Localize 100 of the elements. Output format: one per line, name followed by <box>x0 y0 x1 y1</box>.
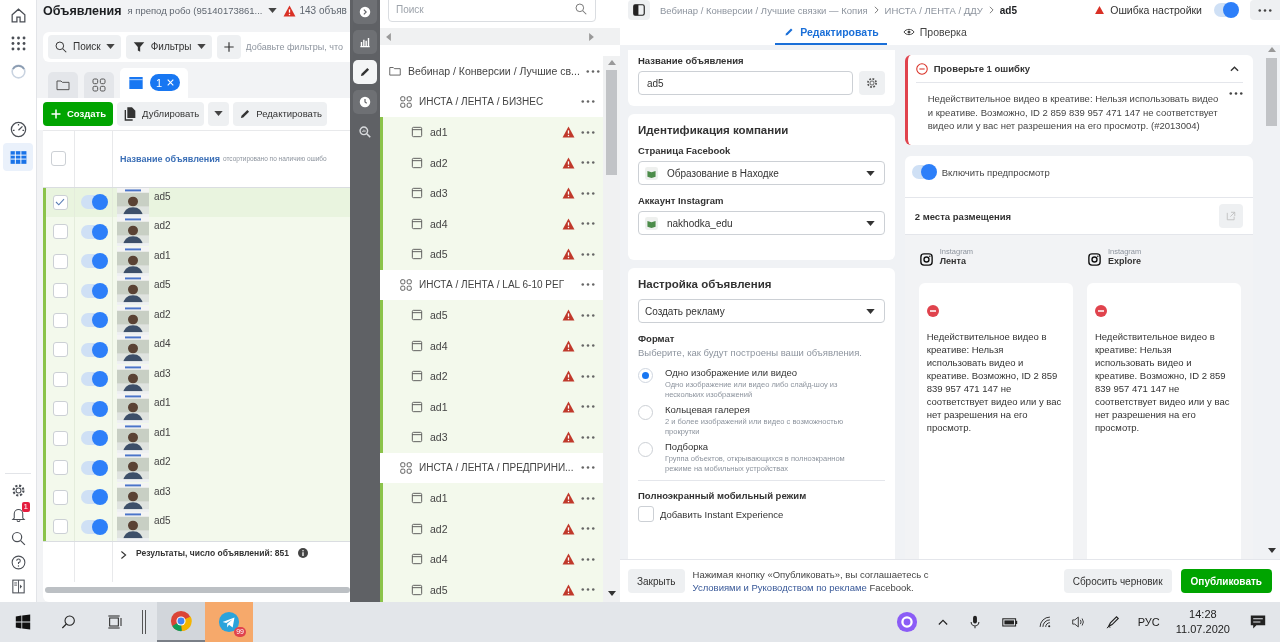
toggle-switch[interactable] <box>80 343 107 357</box>
ad-name[interactable]: ad3 <box>154 482 171 513</box>
option-label[interactable]: Кольцевая галерея <box>665 404 865 415</box>
level-tab[interactable]: 1 <box>120 67 189 98</box>
tree-item[interactable]: ИНСТА / ЛЕНТА / LAL 6-10 РЕГ <box>380 269 603 300</box>
scroll-down-icon[interactable] <box>607 591 616 596</box>
more-icon[interactable] <box>1229 92 1244 95</box>
sidebar-button[interactable] <box>628 0 650 20</box>
ad-name[interactable]: ad1 <box>154 423 171 454</box>
ad-name[interactable]: ad2 <box>154 453 171 483</box>
level-tab[interactable] <box>48 71 78 98</box>
tool-button[interactable] <box>353 30 377 54</box>
ad-name[interactable]: ad3 <box>154 364 171 395</box>
scrollbar[interactable] <box>1266 58 1278 126</box>
wifi-icon[interactable] <box>1037 615 1052 629</box>
more-icon[interactable] <box>581 588 595 592</box>
ad-name[interactable]: ad5 <box>154 276 171 306</box>
toggle-switch[interactable] <box>80 490 107 505</box>
settings-button[interactable] <box>858 71 885 95</box>
scrollbar[interactable] <box>45 587 350 593</box>
notifications-icon[interactable] <box>1250 614 1266 630</box>
toggle-switch[interactable] <box>1214 3 1238 17</box>
search-button[interactable]: Поиск <box>48 34 121 59</box>
toggle-switch[interactable] <box>80 461 107 475</box>
tree-item[interactable]: ad4 <box>380 330 603 361</box>
more-icon[interactable] <box>581 161 595 165</box>
edit-button[interactable]: Редактировать <box>233 101 327 126</box>
toggle-switch[interactable] <box>80 402 107 416</box>
volume-icon[interactable] <box>1071 615 1086 629</box>
scroll-down-icon[interactable] <box>1267 548 1276 553</box>
row-checkbox[interactable] <box>52 401 68 417</box>
ad-name[interactable]: ad1 <box>154 394 171 424</box>
more-icon[interactable] <box>581 191 595 195</box>
selection-chip[interactable]: 1 <box>150 74 181 92</box>
tree-item[interactable]: ad1 <box>380 117 603 148</box>
toggle-switch[interactable] <box>911 165 936 179</box>
more-icon[interactable] <box>581 466 595 470</box>
tree-item[interactable]: ad2 <box>380 147 603 178</box>
tree-item[interactable]: ad3 <box>380 178 603 209</box>
ad-name[interactable]: ad2 <box>154 217 171 247</box>
row-checkbox[interactable] <box>52 342 68 358</box>
option-label[interactable]: Подборка <box>665 441 865 452</box>
tree-item[interactable]: ad1 <box>380 483 603 514</box>
more-icon[interactable] <box>581 557 595 561</box>
row-checkbox[interactable] <box>52 519 68 535</box>
row-checkbox[interactable] <box>52 313 68 328</box>
tool-button[interactable] <box>353 60 377 84</box>
scroll-up-icon[interactable] <box>1267 47 1276 52</box>
name-field[interactable]: ad5 <box>638 71 853 95</box>
filters-button[interactable]: Фильтры <box>125 34 212 59</box>
more-icon[interactable] <box>581 496 595 500</box>
add-filter-button[interactable] <box>216 34 241 59</box>
column-header[interactable]: Название объявления <box>120 153 220 164</box>
toggle-switch[interactable] <box>80 372 107 387</box>
more-icon[interactable] <box>581 283 595 287</box>
taskbar-app[interactable] <box>157 602 205 642</box>
pen-icon[interactable] <box>1105 615 1120 629</box>
row-checkbox[interactable] <box>52 254 68 269</box>
tree-item[interactable]: ad4 <box>380 208 603 239</box>
more-icon[interactable] <box>581 222 595 226</box>
close-button[interactable]: Закрыть <box>628 569 685 593</box>
more-icon[interactable] <box>581 344 595 348</box>
select-all-checkbox[interactable] <box>51 151 66 167</box>
scrollbar[interactable] <box>606 70 617 175</box>
account-select[interactable]: nakhodka_edu <box>638 211 885 235</box>
duplicate-menu-button[interactable] <box>208 101 230 126</box>
tree-item[interactable]: ad5 <box>380 300 603 331</box>
more-icon[interactable] <box>581 374 595 378</box>
terms-link[interactable]: Условиями и Руководством по рекламе <box>692 582 867 593</box>
more-icon[interactable] <box>581 130 595 134</box>
scroll-up-icon[interactable] <box>607 60 616 65</box>
chevron-up-icon[interactable] <box>937 617 948 627</box>
more-button[interactable] <box>1250 0 1280 20</box>
reset-draft-button[interactable]: Сбросить черновик <box>1063 569 1172 593</box>
toggle-switch[interactable] <box>80 520 107 534</box>
row-checkbox[interactable] <box>52 195 68 210</box>
editor-tab[interactable]: Проверка <box>894 20 975 45</box>
row-checkbox[interactable] <box>52 224 68 240</box>
level-tab[interactable] <box>84 71 114 98</box>
toggle-switch[interactable] <box>80 225 107 239</box>
tree-item[interactable]: ad5 <box>380 239 603 270</box>
more-icon[interactable] <box>581 100 595 104</box>
toggle-switch[interactable] <box>80 431 107 446</box>
more-icon[interactable] <box>581 313 595 317</box>
tool-button[interactable] <box>353 0 377 24</box>
more-icon[interactable] <box>581 435 595 439</box>
account-selector[interactable]: я препод робо (95140173861... <box>127 5 277 17</box>
tree-item[interactable]: ad5 <box>380 574 603 602</box>
ad-name[interactable]: ad5 <box>154 512 171 542</box>
row-checkbox[interactable] <box>52 283 68 299</box>
ad-name[interactable]: ad1 <box>154 246 171 277</box>
toggle-switch[interactable] <box>80 254 107 269</box>
row-checkbox[interactable] <box>52 460 68 476</box>
nav-item[interactable]: 1 <box>5 502 31 526</box>
row-checkbox[interactable] <box>52 372 68 387</box>
checkbox-label[interactable]: Добавить Instant Experience <box>660 508 784 520</box>
tree-item[interactable]: ad1 <box>380 391 603 422</box>
assistant-icon[interactable] <box>895 611 918 633</box>
toggle-switch[interactable] <box>80 284 107 298</box>
tree-item[interactable]: ИНСТА / ЛЕНТА / ПРЕДПРИНИ... <box>380 452 603 483</box>
